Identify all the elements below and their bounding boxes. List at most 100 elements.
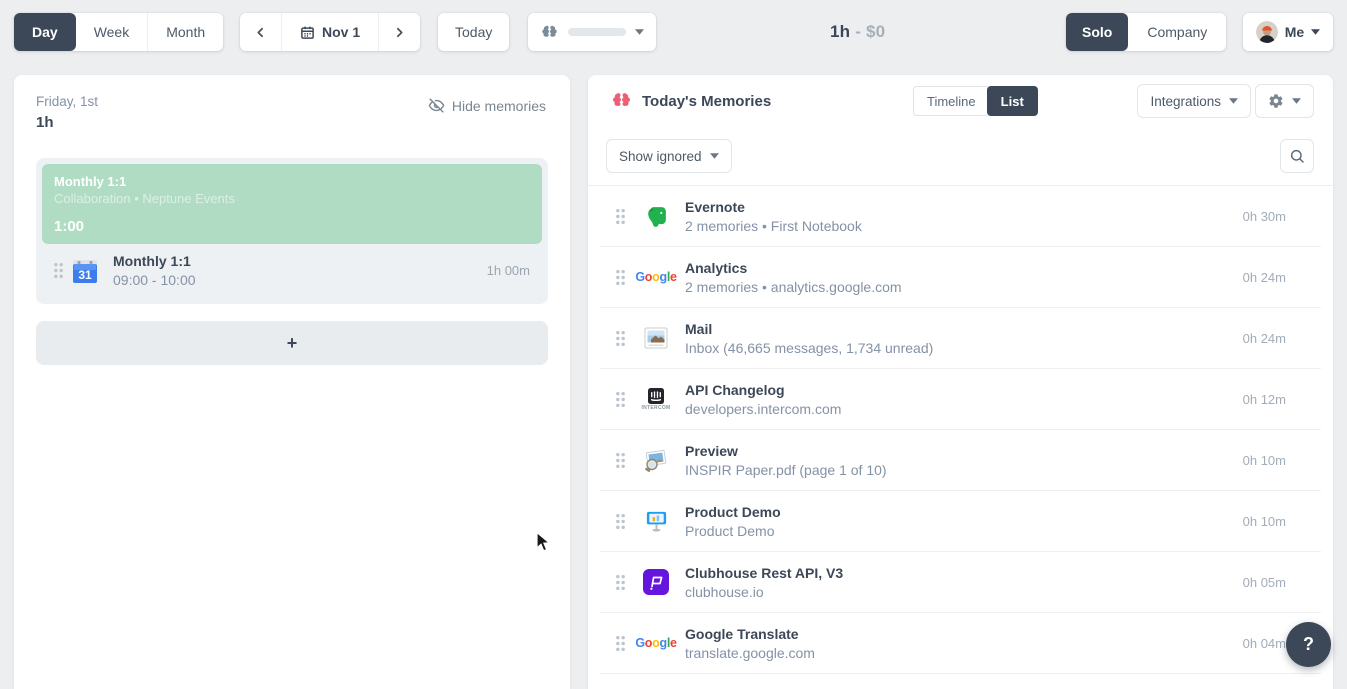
memory-row[interactable]: INTERCOMAPI Changelogdevelopers.intercom… [600,369,1321,430]
memories-panel: Today's Memories Timeline List Integrati… [588,75,1333,689]
memory-text: Google Translatetranslate.google.com [685,626,815,661]
memory-row[interactable]: MailInbox (46,665 messages, 1,734 unread… [600,308,1321,369]
drag-handle[interactable] [50,262,66,279]
tab-solo[interactable]: Solo [1066,13,1128,51]
memory-title: Analytics [685,260,902,276]
chevron-right-icon [393,26,406,39]
caret-down-icon [1292,98,1301,104]
add-entry-button[interactable]: + [36,321,548,365]
project-selector[interactable] [528,13,656,51]
scope-switcher: Solo Company [1066,13,1226,51]
memories-title: Today's Memories [642,93,771,110]
day-panel: Friday, 1st 1h Hide memories Monthly 1:1… [14,75,570,689]
date-navigator: Nov 1 [240,13,420,51]
caret-down-icon [710,153,719,159]
brain-icon [540,24,559,41]
intercom-icon: INTERCOM [641,388,670,411]
event-card: Monthly 1:1 Collaboration • Neptune Even… [36,158,548,304]
memory-row[interactable]: GoogleAnalytics2 memories • analytics.go… [600,247,1321,308]
help-button[interactable]: ? [1286,622,1331,667]
memory-row[interactable]: GoogleGoogle Translatetranslate.google.c… [600,613,1321,674]
total-time: 1h [830,22,850,41]
memory-row[interactable]: Clubhouse Rest API, V3clubhouse.io 0h 05m [600,552,1321,613]
memory-row[interactable]: Product Demo Product Demo 0h 10m [600,491,1321,552]
date-picker-button[interactable]: Nov 1 [282,13,378,51]
hide-memories-button[interactable]: Hide memories [428,97,546,114]
event-entry-duration: 1h 00m [487,263,530,278]
drag-handle[interactable] [612,635,628,652]
tab-company[interactable]: Company [1128,13,1226,51]
drag-handle[interactable] [612,452,628,469]
event-entry-texts: Monthly 1:1 09:00 - 10:00 [113,253,196,288]
memory-subtitle: INSPIR Paper.pdf (page 1 of 10) [685,462,887,478]
memories-header: Today's Memories Timeline List Integrati… [588,75,1333,127]
prev-day-button[interactable] [240,13,281,51]
drag-handle[interactable] [612,391,628,408]
integrations-button[interactable]: Integrations [1137,84,1251,118]
memory-subtitle: translate.google.com [685,645,815,661]
tab-day[interactable]: Day [14,13,76,51]
project-placeholder-pill [568,28,626,36]
mail-icon [643,325,669,351]
evernote-icon [644,204,669,229]
chevron-left-icon [254,26,267,39]
clubhouse-icon [643,569,669,595]
search-icon [1289,148,1305,164]
daily-total-stats: 1h - $0 [830,22,885,42]
show-ignored-button[interactable]: Show ignored [606,139,732,173]
memory-duration: 0h 24m [1243,331,1286,346]
tab-list[interactable]: List [987,86,1038,116]
memory-text: Clubhouse Rest API, V3clubhouse.io [685,565,843,600]
memory-row[interactable]: Evernote2 memories • First Notebook0h 30… [600,186,1321,247]
day-header: Friday, 1st 1h Hide memories [14,75,570,131]
memory-text: Preview INSPIR Paper.pdf (page 1 of 10) [685,443,887,478]
drag-handle[interactable] [612,330,628,347]
drag-handle[interactable] [612,574,628,591]
caret-down-icon [1311,29,1320,35]
caret-down-icon [635,29,644,35]
memory-subtitle: Product Demo [685,523,781,539]
memory-text: Evernote2 memories • First Notebook [685,199,862,234]
preview-icon [643,447,669,473]
event-entry-time: 09:00 - 10:00 [113,272,196,288]
memory-title: Mail [685,321,933,337]
caret-down-icon [1229,98,1238,104]
top-toolbar: Day Week Month Nov 1 Today 1h - $0 Solo … [0,0,1347,66]
memory-subtitle: 2 memories • First Notebook [685,218,862,234]
memory-title: Clubhouse Rest API, V3 [685,565,843,581]
memory-duration: 0h 10m [1243,514,1286,529]
tab-week[interactable]: Week [76,13,148,51]
memory-text: Product Demo Product Demo [685,504,781,539]
tab-month[interactable]: Month [148,13,223,51]
eye-off-icon [428,97,445,114]
memories-header-actions: Integrations [1137,84,1314,118]
drag-handle[interactable] [612,269,628,286]
search-button[interactable] [1280,139,1314,173]
memory-duration: 0h 04m [1243,636,1286,651]
day-header-titles: Friday, 1st 1h [36,94,98,131]
plus-icon: + [287,334,298,352]
memories-list: Evernote2 memories • First Notebook0h 30… [588,186,1333,674]
show-ignored-label: Show ignored [619,149,702,164]
day-date-title: Friday, 1st [36,94,98,109]
today-button[interactable]: Today [438,13,509,51]
event-entry-row[interactable]: 31 Monthly 1:1 09:00 - 10:00 1h 00m [42,244,542,298]
tab-timeline[interactable]: Timeline [913,86,990,116]
event-block[interactable]: Monthly 1:1 Collaboration • Neptune Even… [42,164,542,244]
google-calendar-icon: 31 [71,257,99,285]
event-entry-title: Monthly 1:1 [113,253,196,269]
memory-duration: 0h 24m [1243,270,1286,285]
memory-title: API Changelog [685,382,841,398]
memory-title: Product Demo [685,504,781,520]
memory-duration: 0h 05m [1243,575,1286,590]
memory-row[interactable]: PreviewINSPIR Paper.pdf (page 1 of 10)0h… [600,430,1321,491]
next-day-button[interactable] [379,13,420,51]
total-money: $0 [866,22,885,41]
drag-handle[interactable] [612,208,628,225]
svg-text:31: 31 [78,268,92,282]
event-title: Monthly 1:1 [54,174,530,189]
drag-handle[interactable] [612,513,628,530]
memory-title: Preview [685,443,887,459]
user-menu-button[interactable]: Me [1243,13,1333,51]
settings-button[interactable] [1255,84,1314,118]
